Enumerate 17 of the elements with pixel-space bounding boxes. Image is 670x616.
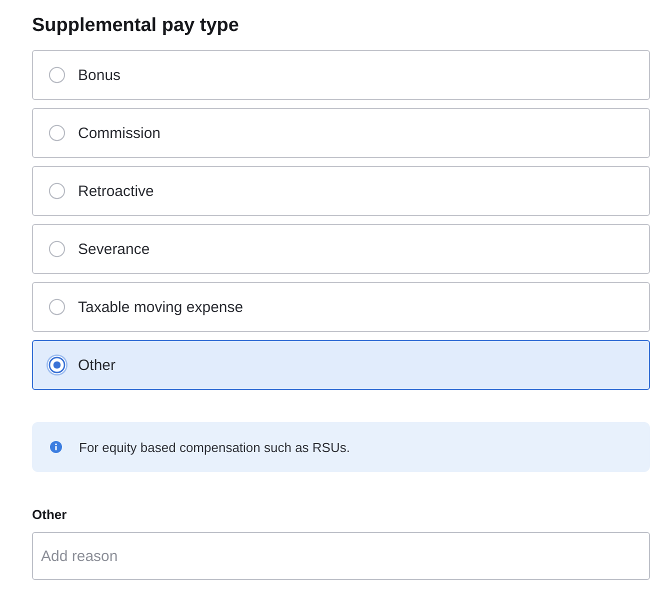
radio-icon[interactable] (46, 354, 68, 376)
radio-icon[interactable] (46, 64, 68, 86)
section-title: Supplemental pay type (32, 14, 240, 38)
reason-input[interactable]: Add reason (32, 532, 650, 580)
radio-icon[interactable] (46, 180, 68, 202)
radio-option[interactable]: Bonus (32, 50, 650, 100)
info-icon (50, 441, 62, 453)
radio-icon[interactable] (46, 122, 68, 144)
info-text: For equity based compensation such as RSUs. (79, 440, 350, 454)
radio-icon[interactable] (46, 296, 68, 318)
radio-icon[interactable] (46, 238, 68, 260)
radio-option[interactable]: Taxable moving expense (32, 282, 650, 332)
radio-option[interactable]: Severance (32, 224, 650, 274)
radio-option[interactable]: Commission (32, 108, 650, 158)
field-label: Other (32, 507, 68, 523)
radio-option[interactable]: Other (32, 340, 650, 390)
radio-option[interactable]: Retroactive (32, 166, 650, 216)
